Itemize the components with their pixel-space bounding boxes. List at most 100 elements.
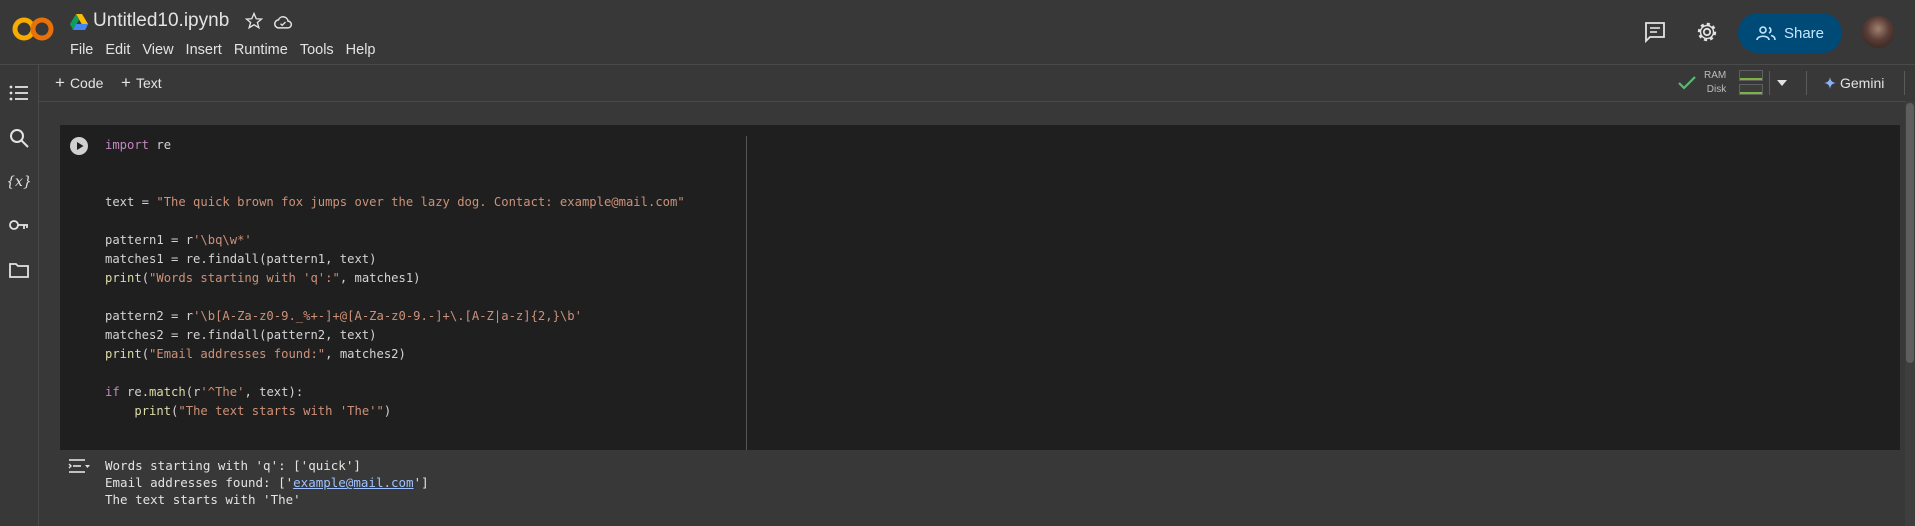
add-text-cell-button[interactable]: + Text [121,73,162,92]
code-line[interactable] [105,174,685,193]
gemini-sparkle-icon [1824,77,1836,89]
files-folder-icon[interactable] [8,259,30,281]
code-token: match [149,385,186,399]
code-token: matches2 = re.findall(pattern2, text) [105,328,377,342]
menu-edit[interactable]: Edit [105,42,130,58]
code-token: pattern2 = r [105,309,194,323]
code-token: "Email addresses found:" [149,347,326,361]
code-token: "Words starting with 'q':" [149,271,340,285]
code-line[interactable]: matches1 = re.findall(pattern1, text) [105,250,685,269]
code-token: (r [185,385,201,399]
secrets-key-icon[interactable] [8,214,30,236]
code-token: , matches2) [325,347,406,361]
resource-labels[interactable]: RAM Disk [1704,69,1726,97]
code-line[interactable] [105,155,685,174]
code-token: import [105,138,150,152]
code-token: '\bq\w*' [193,233,252,247]
code-line[interactable]: print("Email addresses found:", matches2… [105,345,685,364]
code-token: matches1 = re.findall(pattern1, text) [105,252,377,266]
code-line[interactable]: text = "The quick brown fox jumps over t… [105,193,685,212]
code-token: print [105,271,142,285]
code-editor[interactable]: import re text = "The quick brown fox ju… [105,136,685,421]
add-code-label: Code [69,75,104,91]
runtime-dropdown-icon[interactable] [1776,78,1788,88]
code-token: print [134,404,172,418]
menu-help[interactable]: Help [346,42,376,58]
email-link[interactable]: example@mail.com [293,475,413,490]
output-line: Words starting with 'q': ['quick'] [105,458,361,473]
code-line[interactable]: pattern2 = r'\b[A-Za-z0-9._%+-]+@[A-Za-z… [105,307,685,326]
code-token: re. [119,385,150,399]
code-token: '\b[A-Za-z0-9._%+-]+@[A-Za-z0-9.-]+\.[A-… [193,309,582,323]
code-line[interactable]: print("Words starting with 'q':", matche… [105,269,685,288]
code-line[interactable]: print("The text starts with 'The'") [105,402,685,421]
code-token: "The quick brown fox jumps over the lazy… [156,195,685,209]
menu-runtime[interactable]: Runtime [234,42,288,58]
avatar[interactable] [1862,16,1894,48]
settings-gear-icon[interactable] [1695,20,1719,44]
code-token: text = [105,195,157,209]
variables-icon[interactable]: {x} [8,170,30,192]
disk-bar [1739,84,1763,95]
scrollbar-thumb[interactable] [1906,103,1914,363]
resource-bars[interactable] [1739,70,1763,98]
search-icon[interactable] [8,127,30,149]
gemini-button[interactable]: Gemini [1824,75,1884,91]
star-icon[interactable] [245,12,263,30]
code-token: , text): [244,385,304,399]
output-line: The text starts with 'The' [105,492,301,507]
code-line[interactable]: pattern1 = r'\bq\w*' [105,231,685,250]
plus-icon: + [55,73,65,92]
code-token: if [105,385,120,399]
code-token: ( [141,347,150,361]
colab-logo[interactable] [12,14,54,44]
code-token: re [149,138,172,152]
ram-label: RAM [1704,70,1727,81]
code-line[interactable]: import re [105,136,685,155]
code-token: pattern1 = r [105,233,194,247]
output-text-suffix: '] [413,475,429,490]
code-line[interactable]: matches2 = re.findall(pattern2, text) [105,326,685,345]
menu-view[interactable]: View [142,42,173,58]
code-token: , matches1) [339,271,421,285]
editor-ruler [746,136,747,450]
add-code-cell-button[interactable]: + Code [55,73,104,92]
top-bar: Untitled10.ipynb File Edit View Insert R… [0,0,1915,64]
menu-bar: File Edit View Insert Runtime Tools Help [70,42,388,58]
share-button[interactable]: Share [1738,13,1842,53]
connected-check-icon[interactable] [1677,74,1697,92]
people-icon [1756,26,1776,41]
gemini-label: Gemini [1840,75,1885,91]
menu-file[interactable]: File [70,42,93,58]
menu-insert[interactable]: Insert [186,42,222,58]
toolbar-divider [1769,71,1770,95]
code-line[interactable] [105,364,685,383]
table-of-contents-icon[interactable] [8,82,30,104]
drive-icon [70,14,88,30]
toolbar-divider [1806,71,1807,95]
notebook-title[interactable]: Untitled10.ipynb [93,10,229,32]
code-token: '^The' [200,385,245,399]
code-line[interactable]: if re.match(r'^The', text): [105,383,685,402]
svg-text:{x}: {x} [8,174,30,190]
left-sidebar: {x} [0,65,39,526]
cloud-saved-icon[interactable] [273,13,293,31]
plus-icon: + [121,73,131,92]
output-line: Email addresses found: ['example@mail.co… [105,474,429,491]
code-token: print [105,347,142,361]
code-line[interactable] [105,212,685,231]
code-line[interactable] [105,288,685,307]
code-token: "The text starts with 'The'" [178,404,384,418]
output-actions-icon[interactable] [68,458,90,474]
comment-icon[interactable] [1643,20,1667,44]
add-text-label: Text [135,75,162,91]
code-token: ) [383,404,392,418]
output-text-prefix: Email addresses found: [' [105,475,294,490]
disk-label: Disk [1706,84,1727,95]
ram-bar [1739,70,1763,81]
output-text: Words starting with 'q': ['quick'] Email… [105,457,429,508]
notebook-toolbar: + Code + Text RAM Disk Gemini [39,65,1915,102]
menu-tools[interactable]: Tools [300,42,334,58]
run-cell-play-icon[interactable] [69,136,89,156]
